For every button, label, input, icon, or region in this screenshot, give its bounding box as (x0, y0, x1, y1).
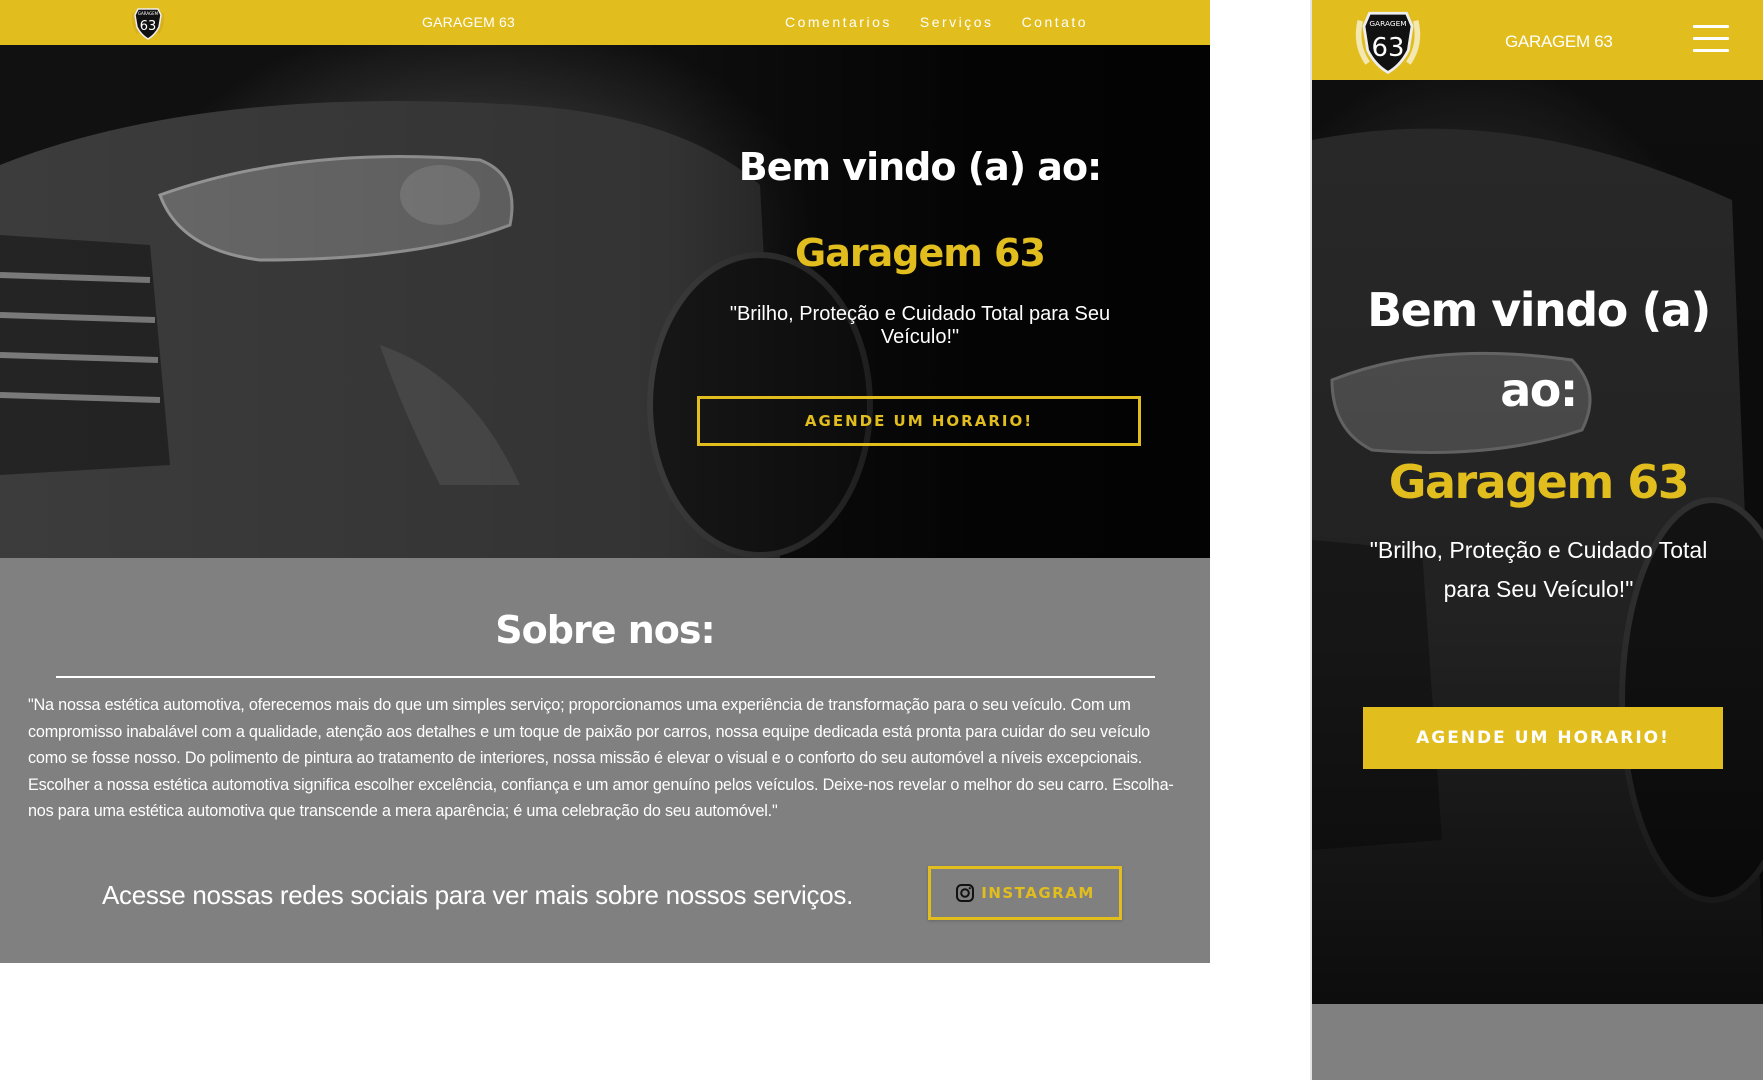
hero-slogan: "Brilho, Proteção e Cuidado Total para S… (729, 303, 1111, 348)
schedule-button[interactable]: AGENDE UM HORARIO! (697, 396, 1141, 446)
instagram-label: INSTAGRAM (981, 884, 1095, 902)
desktop-preview: GARAGEM 63 GARAGEM 63 Comentarios Serviç… (0, 0, 1210, 963)
hamburger-menu-icon[interactable] (1693, 25, 1729, 53)
hero-title-line2: ao: (1500, 363, 1578, 417)
hero-business-name: Garagem 63 (1388, 455, 1690, 509)
about-divider (56, 676, 1155, 678)
nav-link-servicos[interactable]: Serviços (920, 14, 994, 30)
hero-slogan: "Brilho, Proteção e Cuidado Total para S… (1369, 537, 1708, 602)
about-title: Sobre nos: (495, 608, 715, 652)
hero-content: Bem vindo (a) ao: Garagem 63 "Brilho, Pr… (1312, 270, 1763, 609)
hero-business-name: Garagem 63 (795, 231, 1046, 275)
about-section: Sobre nos: "Na nossa estética automotiva… (0, 558, 1210, 963)
logo-number: 63 (1372, 33, 1405, 63)
mobile-preview: GARAGEM 63 GARAGEM 63 Bem vindo (a) ao: … (1310, 0, 1763, 1080)
brand-name[interactable]: GARAGEM 63 (422, 14, 515, 30)
social-text: Acesse nossas redes sociais para ver mai… (102, 880, 854, 910)
logo-badge-icon[interactable]: GARAGEM 63 (128, 3, 168, 43)
logo-badge-icon[interactable]: GARAGEM 63 (1351, 4, 1425, 78)
brand-name[interactable]: GARAGEM 63 (1505, 32, 1613, 52)
mobile-next-section (1312, 1004, 1763, 1080)
about-text: "Na nossa estética automotiva, oferecemo… (28, 696, 1174, 820)
schedule-button[interactable]: AGENDE UM HORARIO! (1363, 707, 1723, 769)
nav-link-comentarios[interactable]: Comentarios (785, 14, 892, 30)
nav-link-contato[interactable]: Contato (1022, 14, 1089, 30)
instagram-icon (956, 884, 975, 902)
hero-content: Bem vindo (a) ao: Garagem 63 "Brilho, Pr… (690, 145, 1150, 349)
logo-top-text: GARAGEM (138, 11, 159, 16)
hero-title-line1: Bem vindo (a) (1367, 283, 1711, 337)
logo-number: 63 (140, 19, 157, 34)
desktop-navbar: GARAGEM 63 GARAGEM 63 Comentarios Serviç… (0, 0, 1210, 45)
logo-top-text: GARAGEM (1369, 19, 1406, 28)
desktop-menu: Comentarios Serviços Contato (785, 14, 1116, 30)
desktop-hero: Bem vindo (a) ao: Garagem 63 "Brilho, Pr… (0, 45, 1210, 558)
mobile-navbar: GARAGEM 63 GARAGEM 63 (1312, 0, 1763, 80)
instagram-button[interactable]: INSTAGRAM (928, 866, 1122, 920)
mobile-hero: Bem vindo (a) ao: Garagem 63 "Brilho, Pr… (1312, 80, 1763, 1004)
hero-title: Bem vindo (a) ao: (738, 145, 1103, 189)
